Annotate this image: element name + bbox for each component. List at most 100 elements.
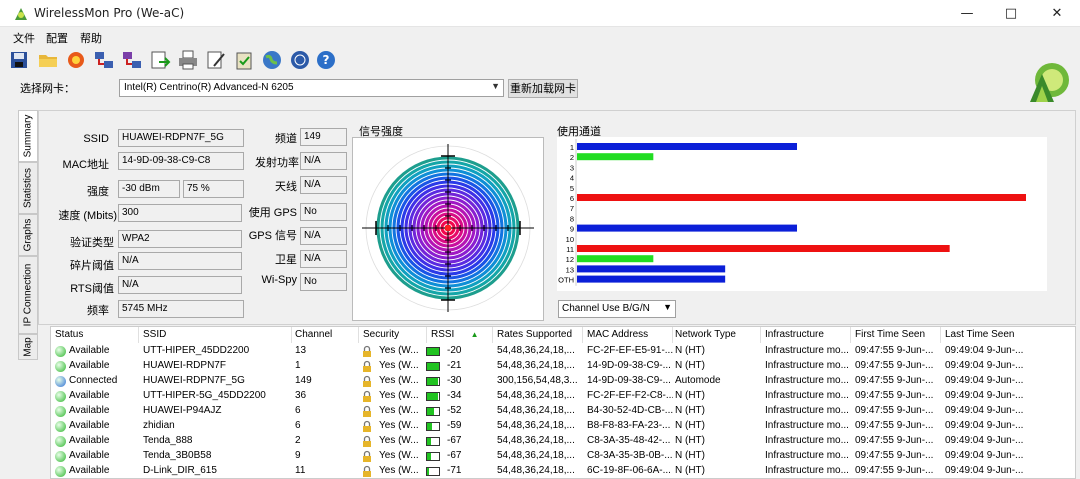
table-row[interactable]: Available HUAWEI-RDPN7F 1 Yes (W... -21 54,48…: [51, 359, 1075, 374]
frequency-value: 5745 MHz: [118, 300, 244, 318]
chevron-down-icon: ▼: [663, 302, 672, 312]
cell-first: 09:47:55 9-Jun-...: [855, 465, 934, 476]
cell-mac: FC-2F-EF-F2-C8-...: [587, 390, 673, 401]
reload-adapter-button[interactable]: 重新加载网卡: [508, 79, 578, 98]
cell-rates: 54,48,36,24,18,...: [497, 345, 575, 356]
table-row[interactable]: Available Tenda_3B0B58 9 Yes (W... -67 54,48,…: [51, 449, 1075, 464]
frequency-label: 频率: [87, 305, 109, 317]
column-header[interactable]: Last Time Seen: [941, 327, 1075, 343]
channel-bar-11: [577, 245, 950, 252]
cell-channel: 36: [295, 390, 307, 401]
help-icon[interactable]: ?: [315, 49, 337, 71]
table-row[interactable]: Available HUAWEI-P94AJZ 6 Yes (W... -52 54,48…: [51, 404, 1075, 419]
lock-icon: [363, 375, 371, 387]
wispy-label: Wi-Spy: [261, 274, 297, 286]
column-header[interactable]: Security: [359, 327, 427, 343]
cell-ssid: UTT-HIPER-5G_45DD2200: [143, 390, 266, 401]
column-header[interactable]: MAC Address: [583, 327, 673, 343]
title-bar[interactable]: WirelessMon Pro (We-aC) — □ ✕: [0, 0, 1080, 27]
menu-file[interactable]: 文件: [13, 30, 35, 46]
cell-infra: Infrastructure mo...: [765, 405, 849, 416]
column-header[interactable]: Status: [51, 327, 139, 343]
tab-map[interactable]: Map: [18, 334, 38, 360]
cell-status: Available: [69, 360, 110, 371]
minimize-button[interactable]: —: [944, 0, 990, 27]
network-multi-icon[interactable]: [121, 49, 143, 71]
close-button[interactable]: ✕: [1034, 0, 1080, 27]
column-header[interactable]: Rates Supported: [493, 327, 583, 343]
network-icon[interactable]: [93, 49, 115, 71]
table-row[interactable]: Available D-Link_DIR_615 11 Yes (W... -71 54,…: [51, 464, 1075, 478]
table-row[interactable]: Available Tenda_888 2 Yes (W... -67 54,48,36,…: [51, 434, 1075, 449]
lock-icon: [363, 465, 371, 477]
lock-icon: [363, 450, 371, 462]
menu-help[interactable]: 帮助: [80, 30, 102, 46]
cell-first: 09:47:55 9-Jun-...: [855, 345, 934, 356]
tab-summary[interactable]: Summary: [18, 110, 38, 162]
cell-rates: 54,48,36,24,18,...: [497, 405, 575, 416]
cell-first: 09:47:55 9-Jun-...: [855, 360, 934, 371]
wispy-value: No: [300, 273, 347, 291]
cell-rssi: -52: [447, 405, 462, 416]
cell-last: 09:49:04 9-Jun-...: [945, 450, 1024, 461]
tab-statistics[interactable]: Statistics: [18, 162, 38, 214]
column-header[interactable]: Infrastructure: [761, 327, 851, 343]
cell-channel: 11: [295, 465, 306, 476]
signal-strength-graph: [352, 137, 544, 321]
cell-infra: Infrastructure mo...: [765, 450, 849, 461]
rssi-bar: [426, 362, 440, 371]
cell-type: Automode: [675, 375, 721, 386]
tab-graphs[interactable]: Graphs: [18, 214, 38, 256]
adapter-select[interactable]: Intel(R) Centrino(R) Advanced-N 6205 ▼: [119, 79, 504, 97]
save-icon[interactable]: [8, 49, 30, 71]
use-gps-value: No: [300, 203, 347, 221]
column-header[interactable]: Channel: [291, 327, 359, 343]
channel-label: 6: [570, 194, 574, 203]
clipboard-icon[interactable]: [233, 49, 255, 71]
cell-infra: Infrastructure mo...: [765, 435, 849, 446]
table-row[interactable]: Available UTT-HIPER-5G_45DD2200 36 Yes (W..…: [51, 389, 1075, 404]
record-icon[interactable]: [65, 49, 87, 71]
export-icon[interactable]: [149, 49, 171, 71]
channel-value: 149: [300, 128, 347, 146]
menu-config[interactable]: 配置: [46, 30, 68, 46]
column-header[interactable]: Network Type: [671, 327, 761, 343]
table-row[interactable]: Connected HUAWEI-RDPN7F_5G 149 Yes (W... -30…: [51, 374, 1075, 389]
cell-status: Available: [69, 345, 110, 356]
cell-ssid: UTT-HIPER_45DD2200: [143, 345, 250, 356]
column-header[interactable]: First Time Seen: [851, 327, 941, 343]
table-row[interactable]: Available UTT-HIPER_45DD2200 13 Yes (W... -2…: [51, 344, 1075, 359]
cell-type: N (HT): [675, 360, 705, 371]
rssi-bar: [426, 452, 440, 461]
menu-bar: 文件 配置 帮助: [0, 27, 1080, 46]
app-icon: [15, 8, 27, 20]
globe-icon[interactable]: [261, 49, 283, 71]
cell-security: Yes (W...: [379, 360, 419, 371]
channel-bar-12: [577, 255, 654, 263]
cell-rssi: -59: [447, 420, 462, 431]
cell-mac: 14-9D-09-38-C9-...: [587, 360, 671, 371]
channel-mode-select[interactable]: Channel Use B/G/N ▼: [558, 300, 676, 318]
cell-mac: 14-9D-09-38-C9-...: [587, 375, 671, 386]
table-row[interactable]: Available zhidian 6 Yes (W... -59 54,48,36,24…: [51, 419, 1075, 434]
cell-security: Yes (W...: [379, 405, 419, 416]
cell-rssi: -30: [447, 375, 462, 386]
column-header[interactable]: SSID: [139, 327, 292, 343]
satellite-value: N/A: [300, 250, 347, 268]
ssid-value: HUAWEI-RDPN7F_5G: [118, 129, 244, 147]
print-icon[interactable]: [177, 49, 199, 71]
open-folder-icon[interactable]: [37, 49, 59, 71]
cell-infra: Infrastructure mo...: [765, 465, 849, 476]
column-header[interactable]: RSSI ▲: [427, 327, 493, 343]
cell-ssid: HUAWEI-RDPN7F_5G: [143, 375, 245, 386]
maximize-button[interactable]: □: [988, 0, 1034, 27]
channel-label: 3: [570, 163, 574, 172]
cell-last: 09:49:04 9-Jun-...: [945, 360, 1024, 371]
lock-icon: [363, 420, 371, 432]
web-icon[interactable]: [289, 49, 311, 71]
edit-icon[interactable]: [205, 49, 227, 71]
rssi-bar: [426, 422, 440, 431]
brand-logo-icon: [1030, 63, 1069, 102]
rssi-bar: [426, 392, 440, 401]
tab-ip-connection[interactable]: IP Connection: [18, 256, 38, 334]
